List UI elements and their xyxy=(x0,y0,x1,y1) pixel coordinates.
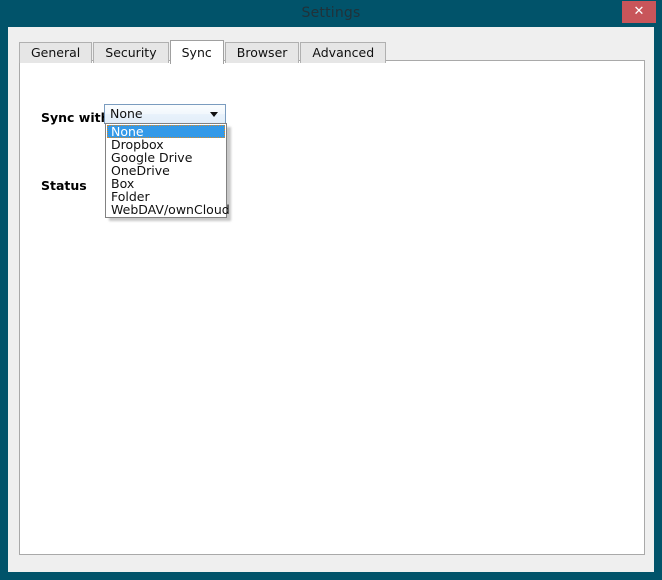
title-bar: Settings ✕ xyxy=(0,0,662,27)
window-title: Settings xyxy=(301,5,361,21)
sync-with-label: Sync with xyxy=(41,110,110,125)
tab-security[interactable]: Security xyxy=(93,42,169,63)
tab-sync[interactable]: Sync xyxy=(169,40,224,64)
tab-bar: General Security Sync Browser Advanced xyxy=(19,40,387,64)
tab-content-sync: Sync with Status None None Dropbox Googl… xyxy=(19,60,645,555)
dialog-body: General Security Sync Browser Advanced S… xyxy=(8,27,654,572)
sync-provider-value: None xyxy=(110,106,143,121)
settings-window: Settings ✕ General Security Sync Browser… xyxy=(0,0,662,580)
dropdown-item-webdav-owncloud[interactable]: WebDAV/ownCloud xyxy=(107,203,230,216)
tab-general[interactable]: General xyxy=(19,42,93,63)
sync-provider-combobox[interactable]: None xyxy=(104,104,226,124)
tab-browser[interactable]: Browser xyxy=(224,42,300,63)
tab-advanced[interactable]: Advanced xyxy=(300,42,387,63)
status-label: Status xyxy=(41,178,87,193)
chevron-down-icon xyxy=(210,112,218,117)
close-icon[interactable]: ✕ xyxy=(622,1,656,23)
sync-provider-dropdown: None Dropbox Google Drive OneDrive Box F… xyxy=(105,123,230,218)
